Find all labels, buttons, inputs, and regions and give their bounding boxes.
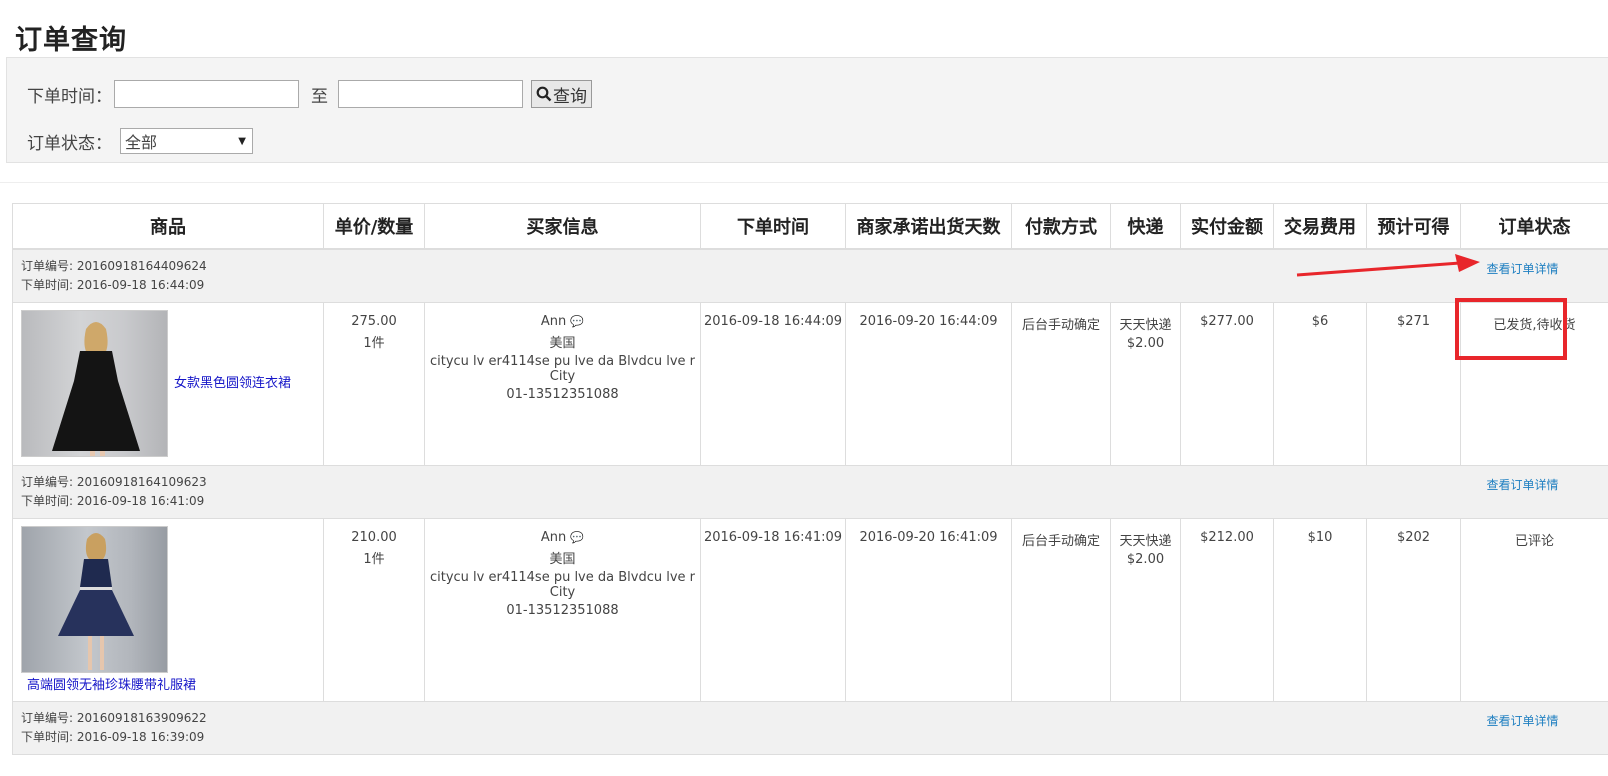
unit-price: 210.00 — [351, 530, 397, 545]
column-header: 商家承诺出货天数 — [845, 203, 1012, 250]
column-header: 下单时间 — [700, 203, 846, 250]
buyer-name: Ann — [540, 314, 567, 329]
buyer-address: citycu lv er4114se pu lve da Blvdcu lve … — [429, 354, 696, 384]
courier-cell: 天天快递 $2.00 — [1110, 518, 1181, 702]
search-button-label: 查询 — [553, 86, 587, 107]
view-order-details-link[interactable]: 查看订单详情 — [1486, 260, 1558, 277]
status-select[interactable]: 全部 ▼ — [120, 128, 253, 154]
price-qty-cell: 210.00 1件 — [323, 518, 425, 702]
product-cell: 高端圆领无袖珍珠腰带礼服裙 — [12, 518, 324, 702]
product-cell: 女款黑色圆领连衣裙 — [12, 302, 324, 466]
chat-icon[interactable]: 💬 — [570, 531, 584, 544]
date-filter-row: 下单时间： 至 查询 — [27, 80, 592, 108]
status-label: 订单状态： — [27, 133, 112, 154]
filter-panel: 下单时间： 至 查询 订单状态： 全部 ▼ — [6, 57, 1608, 163]
product-name-link[interactable]: 女款黑色圆领连衣裙 — [174, 372, 291, 391]
column-header: 单价/数量 — [323, 203, 425, 250]
payment-cell: 后台手动确定 — [1011, 518, 1111, 702]
annotation-arrow — [1296, 254, 1480, 277]
buyer-phone: 01-13512351088 — [506, 387, 619, 402]
status-select-value: 全部 — [125, 133, 158, 152]
buyer-info-cell: Ann 💬 美国 citycu lv er4114se pu lve da Bl… — [424, 518, 701, 702]
product-image[interactable] — [21, 310, 168, 457]
status-filter-row: 订单状态： 全部 ▼ — [27, 128, 253, 154]
net-amount-cell: $202 — [1366, 518, 1461, 702]
quantity: 1件 — [363, 552, 385, 567]
highlight-box — [1455, 298, 1567, 360]
price-qty-cell: 275.00 1件 — [323, 302, 425, 466]
transaction-fee-cell: $6 — [1273, 302, 1367, 466]
net-amount-cell: $271 — [1366, 302, 1461, 466]
column-header: 快递 — [1110, 203, 1181, 250]
column-header: 商品 — [12, 203, 324, 250]
search-icon — [536, 86, 552, 102]
column-header: 订单状态 — [1460, 203, 1608, 250]
unit-price: 275.00 — [351, 314, 397, 329]
order-number: 订单编号: 20160918164109623 — [21, 475, 207, 489]
column-header: 买家信息 — [424, 203, 701, 250]
table-header: 商品 单价/数量 买家信息 下单时间 商家承诺出货天数 付款方式 快递 实付金额… — [12, 203, 1608, 250]
order-summary: 订单编号: 20160918163909622 下单时间: 2016-09-18… — [12, 701, 1608, 755]
buyer-phone: 01-13512351088 — [506, 603, 619, 618]
table-row: 高端圆领无袖珍珠腰带礼服裙 210.00 1件 Ann 💬 美国 citycu … — [12, 518, 1608, 702]
order-header-row: 订单编号: 20160918163909622 下单时间: 2016-09-18… — [12, 701, 1608, 755]
column-header: 付款方式 — [1011, 203, 1111, 250]
courier-cell: 天天快递 $2.00 — [1110, 302, 1181, 466]
order-status: 已评论 — [1514, 534, 1554, 549]
transaction-fee-cell: $10 — [1273, 518, 1367, 702]
table-row: 女款黑色圆领连衣裙 275.00 1件 Ann 💬 美国 citycu lv e… — [12, 298, 1608, 466]
courier-name: 天天快递 — [1119, 318, 1172, 333]
placed-at-cell: 2016-09-18 16:41:09 — [700, 518, 846, 702]
product-image[interactable] — [21, 526, 168, 673]
order-header-row: 订单编号: 20160918164109623 下单时间: 2016-09-18… — [12, 465, 1608, 519]
order-number: 订单编号: 20160918163909622 — [21, 711, 207, 725]
buyer-country: 美国 — [549, 552, 576, 567]
quantity: 1件 — [363, 336, 385, 351]
order-summary: 订单编号: 20160918164109623 下单时间: 2016-09-18… — [12, 465, 1608, 519]
column-header: 交易费用 — [1273, 203, 1367, 250]
orders-table: 商品 单价/数量 买家信息 下单时间 商家承诺出货天数 付款方式 快递 实付金额… — [12, 203, 1608, 755]
payment-cell: 后台手动确定 — [1011, 302, 1111, 466]
product-name-link[interactable]: 高端圆领无袖珍珠腰带礼服裙 — [27, 674, 323, 693]
date-to-input[interactable] — [338, 80, 523, 108]
order-status-cell: 已评论 — [1460, 518, 1608, 702]
courier-fee: $2.00 — [1126, 552, 1165, 567]
divider — [0, 182, 1608, 183]
buyer-country: 美国 — [549, 336, 576, 351]
view-order-details-link[interactable]: 查看订单详情 — [1486, 476, 1558, 493]
paid-amount-cell: $277.00 — [1180, 302, 1274, 466]
order-status-cell: 已发货,待收货 — [1455, 298, 1608, 466]
ship-deadline-cell: 2016-09-20 16:41:09 — [845, 518, 1012, 702]
chat-icon[interactable]: 💬 — [570, 315, 584, 328]
courier-fee: $2.00 — [1126, 336, 1165, 351]
placed-at-cell: 2016-09-18 16:44:09 — [700, 302, 846, 466]
view-order-details-link[interactable]: 查看订单详情 — [1486, 712, 1558, 729]
chevron-down-icon: ▼ — [238, 135, 246, 147]
date-separator: 至 — [311, 86, 328, 107]
paid-amount-cell: $212.00 — [1180, 518, 1274, 702]
buyer-name: Ann — [540, 530, 567, 545]
buyer-info-cell: Ann 💬 美国 citycu lv er4114se pu lve da Bl… — [424, 302, 701, 466]
column-header: 预计可得 — [1366, 203, 1461, 250]
page-title: 订单查询 — [15, 25, 127, 56]
date-from-input[interactable] — [114, 80, 299, 108]
ship-deadline-cell: 2016-09-20 16:44:09 — [845, 302, 1012, 466]
column-header: 实付金额 — [1180, 203, 1274, 250]
buyer-address: citycu lv er4114se pu lve da Blvdcu lve … — [429, 570, 696, 600]
orders-table-wrap: 商品 单价/数量 买家信息 下单时间 商家承诺出货天数 付款方式 快递 实付金额… — [12, 203, 1608, 755]
order-time: 下单时间: 2016-09-18 16:41:09 — [21, 494, 205, 508]
date-label: 下单时间： — [27, 86, 112, 107]
courier-name: 天天快递 — [1119, 534, 1172, 549]
order-time: 下单时间: 2016-09-18 16:39:09 — [21, 730, 205, 744]
search-button[interactable]: 查询 — [531, 80, 592, 108]
